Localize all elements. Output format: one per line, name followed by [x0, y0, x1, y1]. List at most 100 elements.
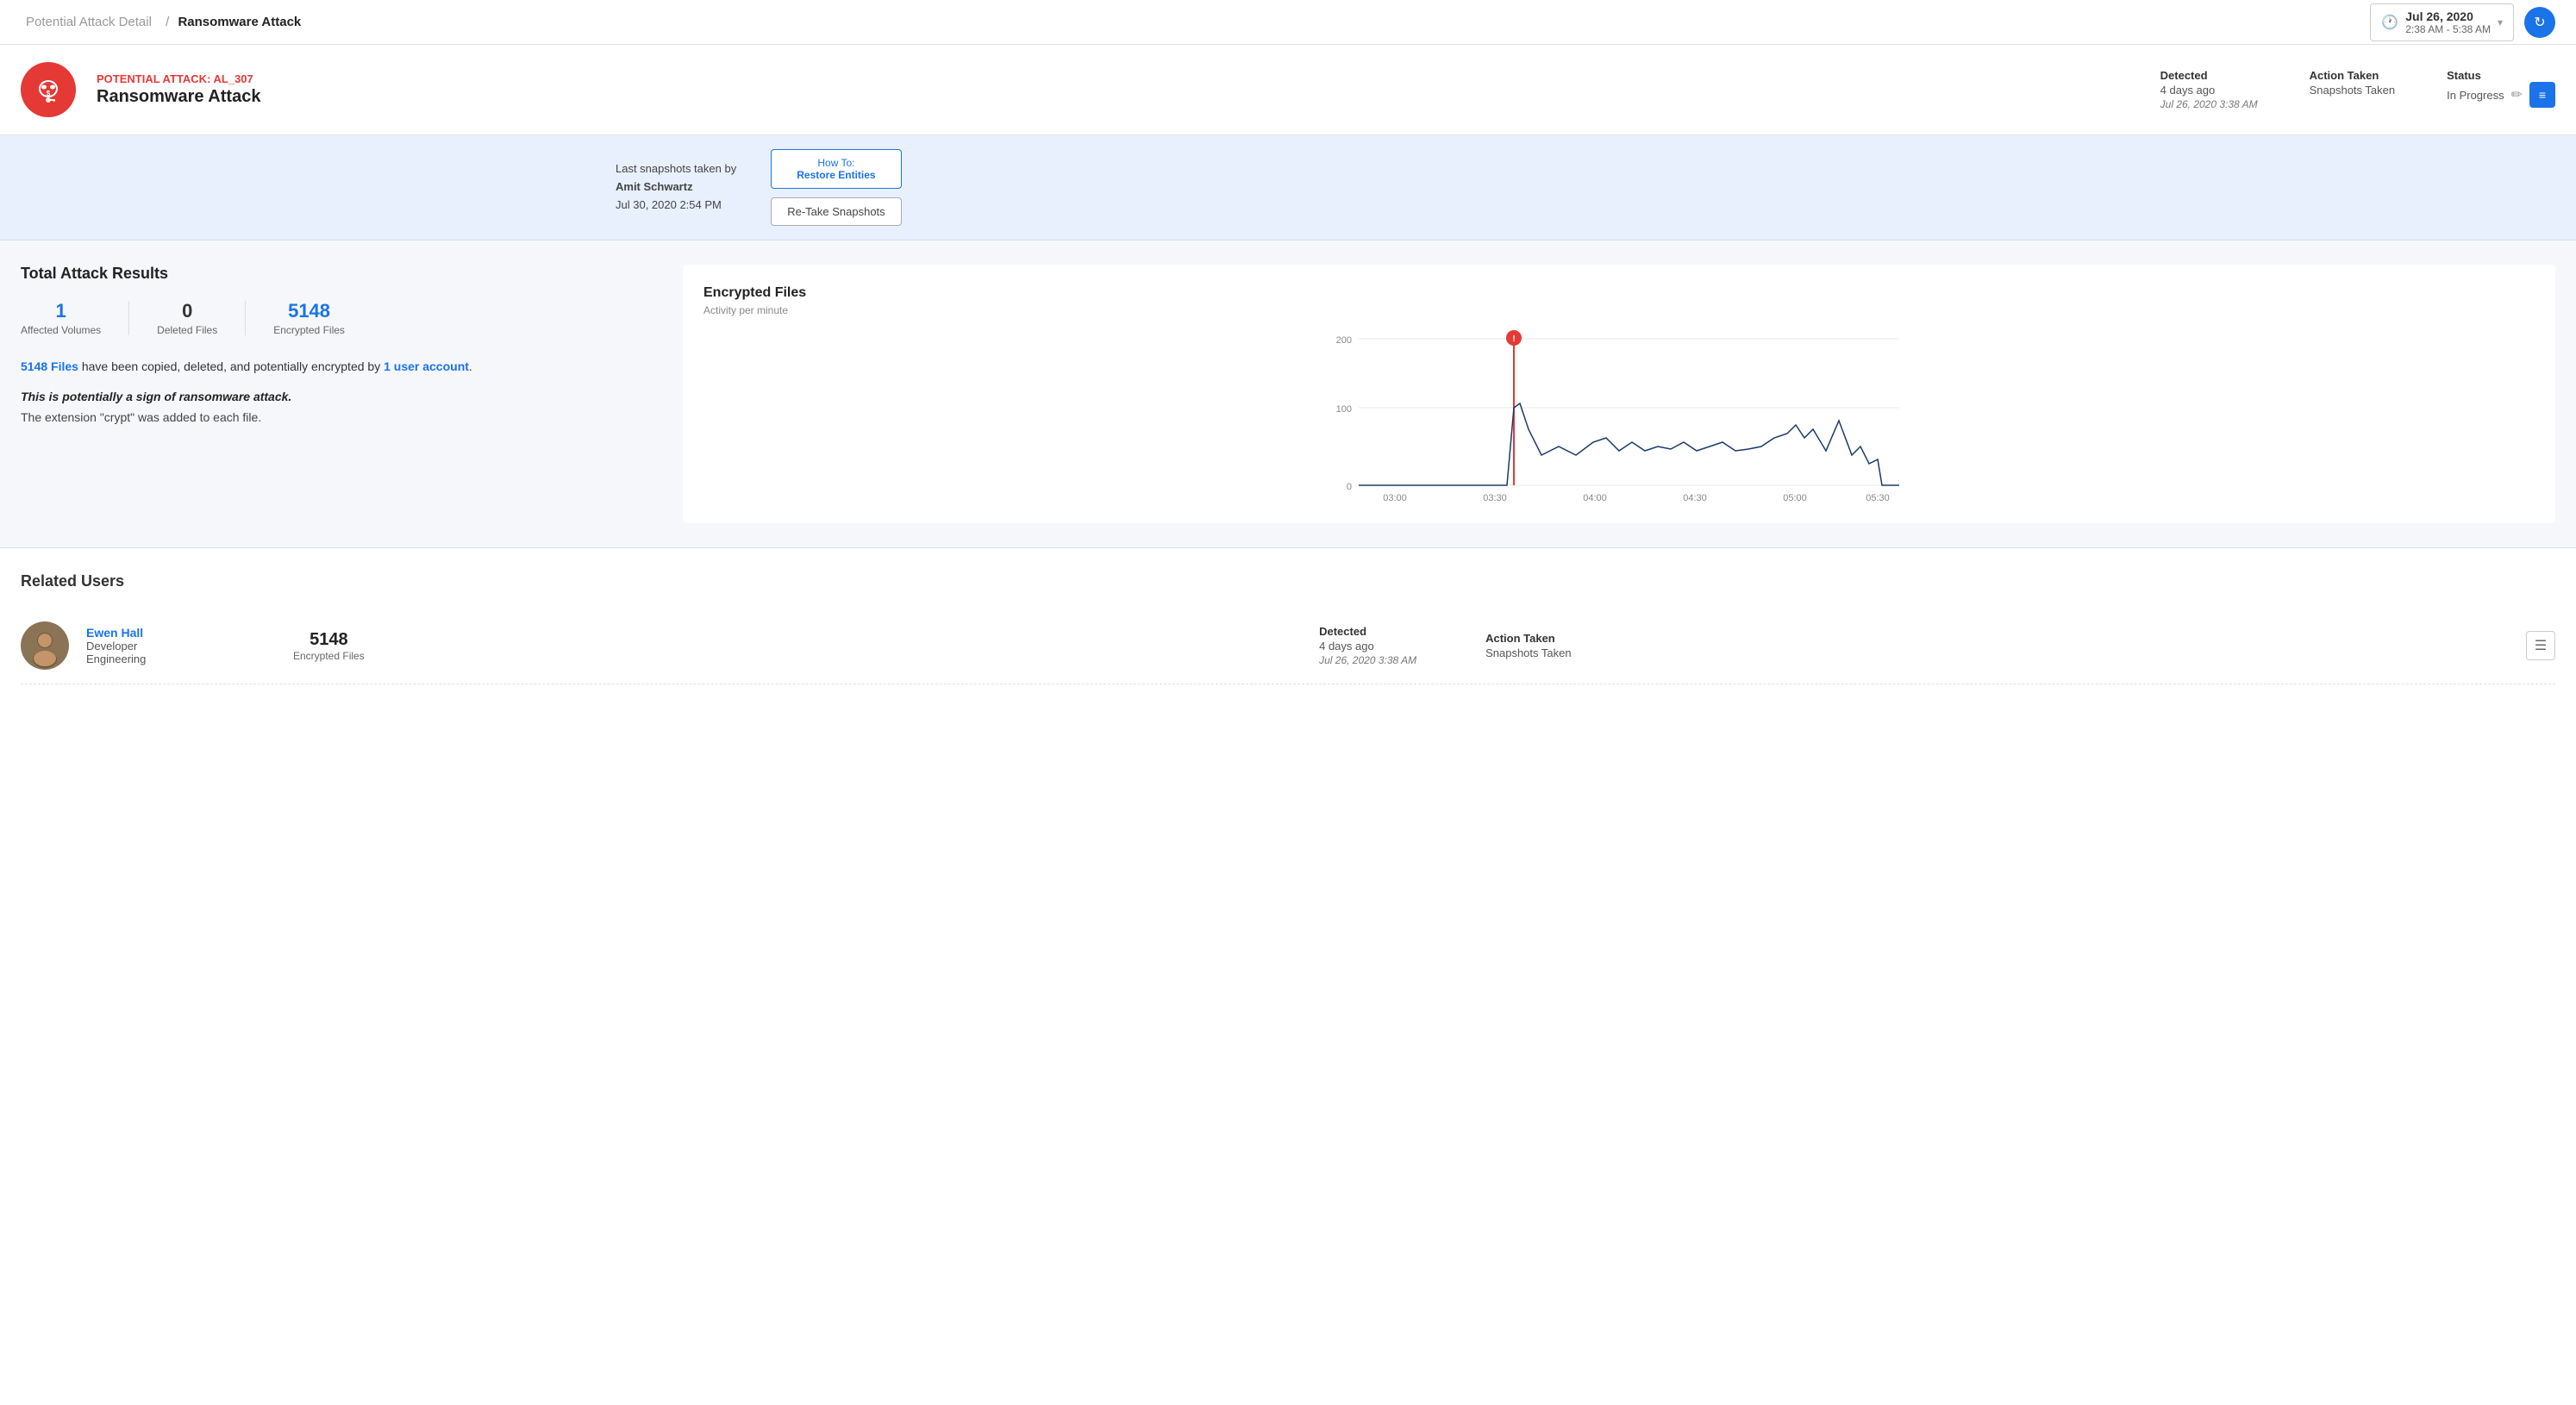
last-taken-by-label: Last snapshots taken by [616, 162, 736, 175]
user-name[interactable]: Ewen Hall [86, 626, 224, 640]
user-encrypted-count: 5148 [293, 630, 365, 650]
attack-label: POTENTIAL ATTACK: AL_307 [97, 72, 2140, 85]
refresh-button[interactable]: ↻ [2524, 7, 2555, 38]
restore-label: Restore Entities [787, 169, 885, 181]
attack-warning: This is potentially a sign of ransomware… [21, 390, 659, 403]
top-nav-bar: Potential Attack Detail / Ransomware Att… [0, 0, 2576, 45]
desc-1: have been copied, deleted, and potential… [78, 359, 384, 373]
snapshot-date: Jul 30, 2020 2:54 PM [616, 198, 722, 211]
encrypted-files-stat: 5148 Encrypted Files [246, 300, 372, 336]
svg-text:05:00: 05:00 [1783, 493, 1807, 503]
user-notes-icon: ☰ [2535, 637, 2547, 654]
date-main: Jul 26, 2020 [2405, 9, 2491, 23]
status-value: In Progress [2447, 89, 2504, 102]
user-account-link[interactable]: 1 user account [384, 359, 469, 373]
date-sub: 2:38 AM - 5:38 AM [2405, 23, 2491, 35]
main-content: Total Attack Results 1 Affected Volumes … [0, 240, 2576, 547]
snapshot-info: Last snapshots taken by Amit Schwartz Ju… [616, 160, 736, 214]
left-panel: Total Attack Results 1 Affected Volumes … [21, 265, 659, 523]
table-row: Ewen Hall Developer Engineering 5148 Enc… [21, 608, 2555, 684]
encrypted-files-label: Encrypted Files [273, 324, 345, 336]
action-meta: Action Taken Snapshots Taken [2310, 69, 2396, 97]
svg-text:$: $ [47, 90, 51, 97]
attack-name: Ransomware Attack [97, 87, 2140, 107]
affected-volumes-value: 1 [21, 300, 101, 322]
date-range-text: Jul 26, 2020 2:38 AM - 5:38 AM [2405, 9, 2491, 35]
detected-label: Detected [2160, 69, 2258, 82]
attack-description: 5148 Files have been copied, deleted, an… [21, 357, 659, 378]
top-bar-right: 🕐 Jul 26, 2020 2:38 AM - 5:38 AM ▾ ↻ [2370, 3, 2555, 41]
svg-text:!: ! [1512, 334, 1515, 344]
user-info: Ewen Hall Developer Engineering [86, 626, 224, 665]
files-count-link[interactable]: 5148 Files [21, 359, 78, 373]
breadcrumb-separator: / [166, 15, 169, 29]
user-role: Developer [86, 640, 224, 653]
retake-label: Re-Take Snapshots [787, 205, 885, 218]
notes-icon: ≡ [2539, 88, 2546, 102]
deleted-files-value: 0 [157, 300, 217, 322]
svg-text:200: 200 [1336, 335, 1352, 346]
attack-header: $ POTENTIAL ATTACK: AL_307 Ransomware At… [0, 45, 2576, 135]
encrypted-files-value: 5148 [273, 300, 345, 322]
right-panel: Encrypted Files Activity per minute 200 … [683, 265, 2555, 523]
action-value: Snapshots Taken [2310, 84, 2396, 97]
user-notes-button[interactable]: ☰ [2526, 631, 2555, 660]
user-encrypted-files: 5148 Encrypted Files [293, 630, 365, 662]
detected-meta: Detected 4 days ago Jul 26, 2020 3:38 AM [2160, 69, 2258, 110]
desc-2: . [469, 359, 472, 373]
deleted-files-stat: 0 Deleted Files [129, 300, 245, 336]
status-label: Status [2447, 69, 2555, 82]
chart-area: 200 100 0 03:00 03:30 04:00 04:30 05:00 [703, 330, 2535, 503]
detected-ago: 4 days ago [2160, 84, 2258, 97]
encrypted-files-chart: 200 100 0 03:00 03:30 04:00 04:30 05:00 [703, 330, 2535, 503]
how-to-label: How To: [787, 157, 885, 169]
user-encrypted-label: Encrypted Files [293, 650, 365, 662]
user-detected: Detected 4 days ago Jul 26, 2020 3:38 AM [1319, 625, 1416, 666]
snapshot-user: Amit Schwartz [616, 180, 693, 193]
retake-snapshots-button[interactable]: Re-Take Snapshots [771, 197, 901, 226]
svg-text:04:00: 04:00 [1583, 493, 1607, 503]
attack-icon: $ [21, 62, 76, 117]
total-attack-results-title: Total Attack Results [21, 265, 659, 283]
chart-container: Encrypted Files Activity per minute 200 … [683, 265, 2555, 523]
user-detected-label: Detected [1319, 625, 1416, 638]
user-action-label: Action Taken [1485, 632, 1572, 645]
date-range-picker[interactable]: 🕐 Jul 26, 2020 2:38 AM - 5:38 AM ▾ [2370, 3, 2514, 41]
ransomware-icon-svg: $ [31, 72, 66, 107]
snapshot-info-container: Last snapshots taken by Amit Schwartz Ju… [616, 160, 736, 214]
avatar-image [21, 621, 69, 670]
restore-entities-button[interactable]: How To: Restore Entities [771, 149, 901, 189]
action-label: Action Taken [2310, 69, 2396, 82]
related-users-title: Related Users [21, 572, 2555, 590]
deleted-files-label: Deleted Files [157, 324, 217, 336]
edit-status-icon[interactable]: ✏ [2511, 86, 2523, 103]
user-department: Engineering [86, 653, 224, 665]
header-meta: Detected 4 days ago Jul 26, 2020 3:38 AM… [2160, 69, 2555, 110]
breadcrumb: Potential Attack Detail / Ransomware Att… [21, 15, 301, 29]
chart-title: Encrypted Files [703, 285, 2535, 301]
breadcrumb-current: Ransomware Attack [178, 15, 301, 29]
user-action: Action Taken Snapshots Taken [1485, 632, 1572, 659]
user-detected-ago: 4 days ago [1319, 640, 1416, 653]
svg-text:05:30: 05:30 [1866, 493, 1890, 503]
breadcrumb-parent[interactable]: Potential Attack Detail [26, 15, 152, 29]
attack-note: The extension "crypt" was added to each … [21, 410, 659, 424]
affected-volumes-stat: 1 Affected Volumes [21, 300, 128, 336]
stats-row: 1 Affected Volumes 0 Deleted Files 5148 … [21, 300, 659, 336]
svg-text:03:30: 03:30 [1483, 493, 1507, 503]
notes-button[interactable]: ≡ [2529, 82, 2555, 108]
user-avatar [21, 621, 69, 670]
clock-icon: 🕐 [2381, 14, 2398, 31]
attack-title-section: POTENTIAL ATTACK: AL_307 Ransomware Atta… [97, 72, 2140, 107]
detected-date: Jul 26, 2020 3:38 AM [2160, 98, 2258, 110]
user-action-value: Snapshots Taken [1485, 646, 1572, 659]
svg-text:03:00: 03:00 [1383, 493, 1407, 503]
chevron-down-icon: ▾ [2498, 16, 2503, 28]
related-users-section: Related Users Ewen Hall Developer Engine… [0, 547, 2576, 709]
svg-text:100: 100 [1336, 404, 1352, 415]
svg-text:0: 0 [1347, 482, 1352, 492]
affected-volumes-label: Affected Volumes [21, 324, 101, 336]
snapshot-banner: Last snapshots taken by Amit Schwartz Ju… [0, 135, 2576, 240]
status-section: In Progress ✏ ≡ [2447, 82, 2555, 108]
status-meta: Status In Progress ✏ ≡ [2447, 69, 2555, 108]
